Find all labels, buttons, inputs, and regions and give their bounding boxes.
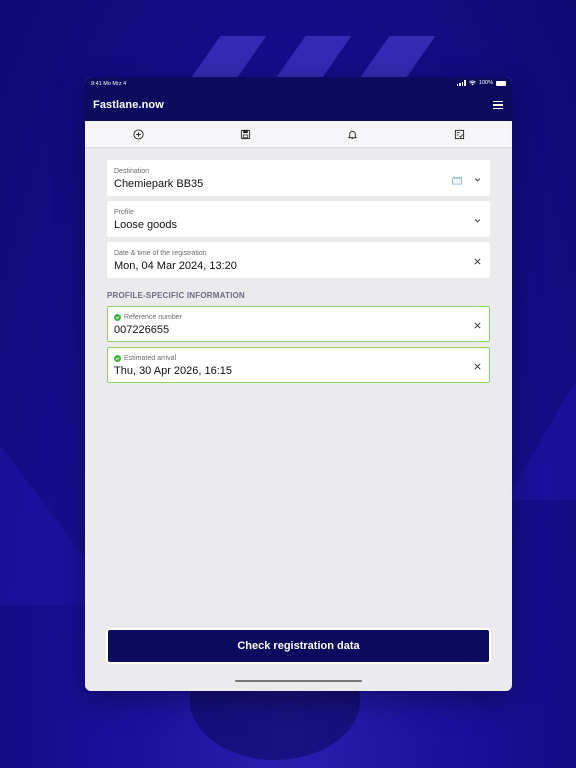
chevron-down-icon[interactable] — [472, 215, 482, 225]
reference-number-value: 007226655 — [114, 324, 170, 336]
tab-bar — [85, 121, 512, 148]
bell-icon[interactable] — [345, 127, 359, 141]
section-title: PROFILE-SPECIFIC INFORMATION — [107, 291, 245, 300]
destination-field[interactable]: Destination Chemiepark BB35 — [107, 160, 490, 196]
check-circle-icon — [114, 314, 121, 321]
reference-number-label: Reference number — [124, 314, 182, 321]
hamburger-menu-icon[interactable] — [493, 101, 503, 109]
factory-icon — [451, 174, 463, 185]
check-registration-wrap: Check registration data — [106, 628, 491, 664]
check-circle-icon — [114, 355, 121, 362]
tablet-screen: 9:41 Mo Mrz 4 100% Fastlane.now Destinat… — [85, 77, 512, 691]
estimated-arrival-value: Thu, 30 Apr 2026, 16:15 — [114, 365, 233, 377]
estimated-arrival-label: Estimated arrival — [124, 355, 177, 362]
form: Destination Chemiepark BB35 Profile Loos… — [107, 160, 490, 388]
battery-percent: 100% — [478, 80, 493, 86]
battery-icon — [496, 80, 506, 86]
bg-stripe — [358, 36, 436, 80]
registration-datetime-field[interactable]: Date & time of the registration Mon, 04 … — [107, 242, 490, 278]
estimated-arrival-field[interactable]: Estimated arrival Thu, 30 Apr 2026, 16:1… — [107, 347, 490, 383]
status-indicators: 100% — [456, 80, 506, 86]
wifi-icon — [468, 80, 476, 86]
status-time: 9:41 Mo Mrz 4 — [91, 81, 127, 87]
app-header: 9:41 Mo Mrz 4 100% Fastlane.now — [85, 77, 512, 121]
profile-label: Profile — [114, 209, 134, 216]
destination-label: Destination — [114, 168, 150, 175]
home-indicator[interactable] — [235, 680, 362, 682]
app-brand: Fastlane.now — [93, 99, 164, 111]
profile-value: Loose goods — [114, 219, 177, 231]
close-icon[interactable] — [472, 361, 482, 371]
reference-number-label-wrap: Reference number — [114, 314, 182, 321]
close-icon[interactable] — [472, 320, 482, 330]
estimated-arrival-label-wrap: Estimated arrival — [114, 355, 176, 362]
destination-value: Chemiepark BB35 — [114, 178, 204, 190]
plus-circle-icon[interactable] — [131, 127, 145, 141]
bg-shape — [506, 380, 576, 500]
registration-datetime-value: Mon, 04 Mar 2024, 13:20 — [114, 260, 237, 272]
status-bar: 9:41 Mo Mrz 4 100% — [85, 77, 512, 91]
registration-datetime-label: Date & time of the registration — [114, 250, 207, 257]
profile-field[interactable]: Profile Loose goods — [107, 201, 490, 237]
reference-number-field[interactable]: Reference number 007226655 — [107, 306, 490, 342]
checklist-icon[interactable] — [452, 127, 466, 141]
bg-stripe — [274, 36, 352, 80]
signal-icon — [456, 80, 466, 86]
bg-stripe — [189, 36, 267, 80]
save-icon[interactable] — [238, 127, 252, 141]
close-icon[interactable] — [472, 256, 482, 266]
check-registration-button[interactable]: Check registration data — [108, 630, 489, 662]
chevron-down-icon[interactable] — [472, 174, 482, 184]
